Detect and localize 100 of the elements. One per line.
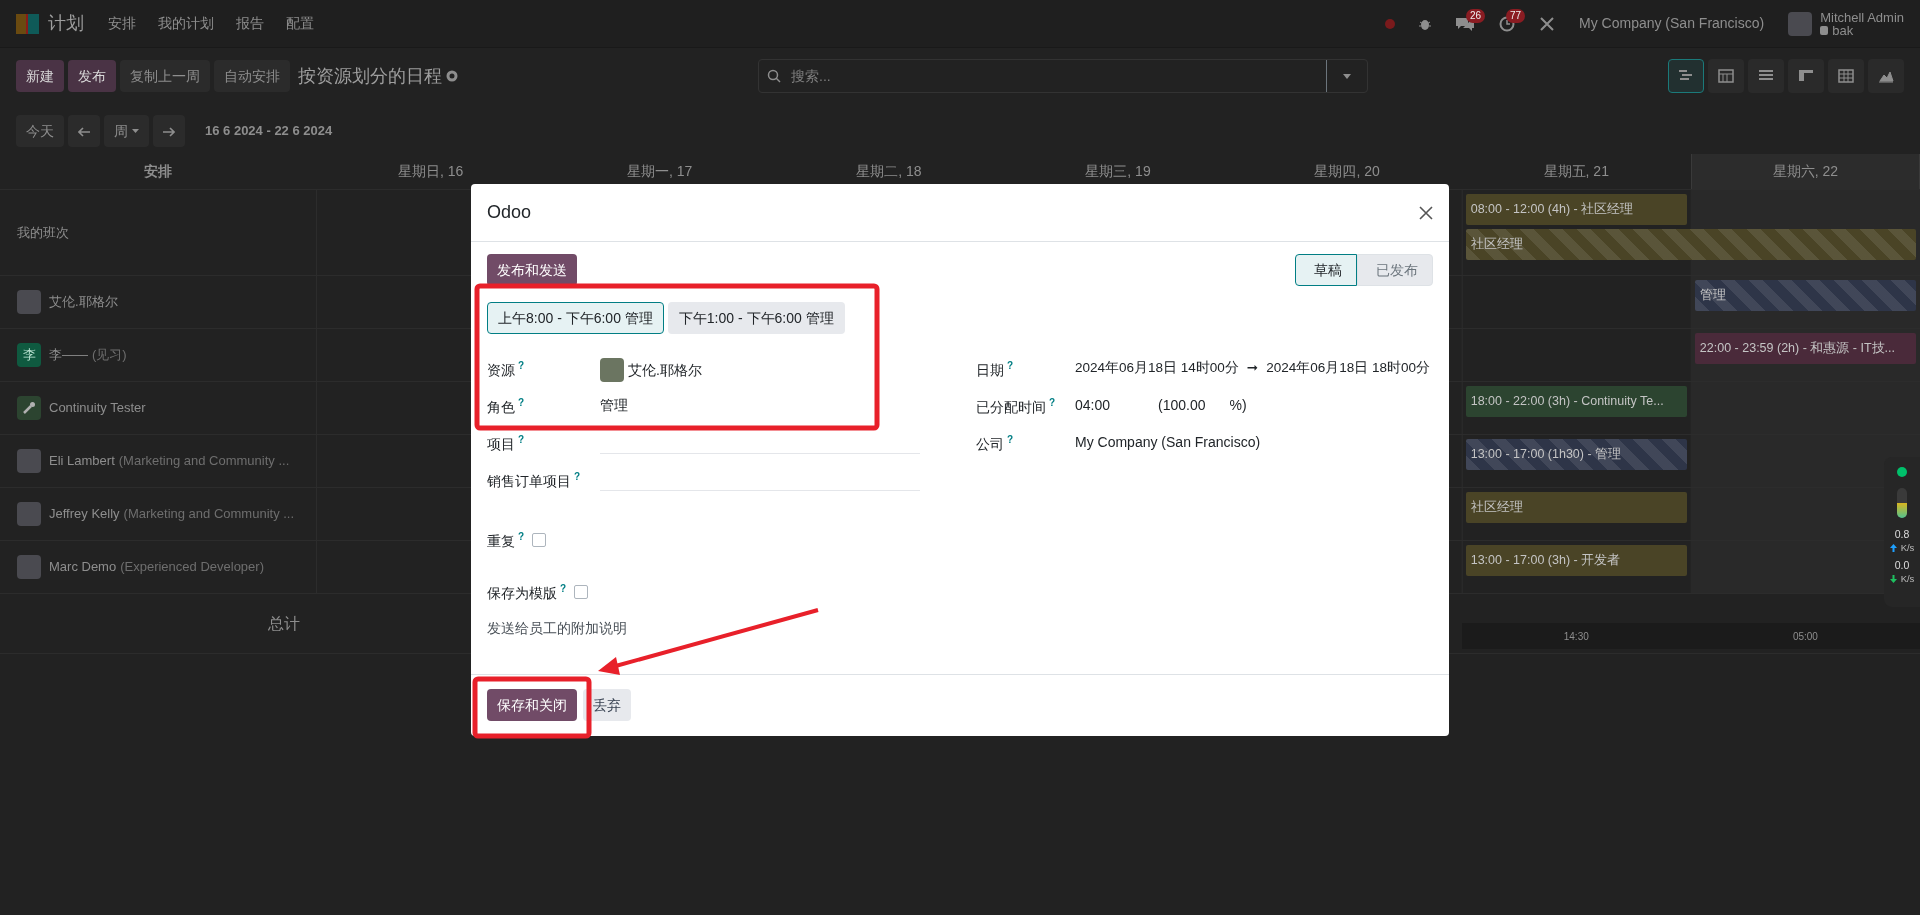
start-date-value[interactable]: 2024年06月18日 14时00分	[1075, 358, 1239, 379]
page-title: 按资源划分的日程	[298, 64, 442, 88]
shift-bar[interactable]: 18:00 - 22:00 (3h) - Continuity Te...	[1465, 386, 1687, 417]
resource-name: Eli Lambert	[49, 452, 115, 471]
avatar-photo-placeholder	[17, 502, 41, 526]
dialog-title: Odoo	[487, 201, 532, 224]
menu-item[interactable]: 安排	[108, 13, 136, 34]
field-value[interactable]: 艾伦.耶格尔	[628, 359, 702, 381]
job-title: (Marketing and Community ...	[118, 452, 290, 471]
today-button[interactable]: 今天	[16, 115, 64, 147]
right-arrow-icon	[163, 127, 175, 138]
day-header: 星期二, 18	[855, 162, 923, 181]
field-value[interactable]: 管理	[600, 395, 628, 416]
view-switch-button[interactable]	[1668, 59, 1704, 93]
shift-bar[interactable]: 管理	[1694, 280, 1916, 311]
resource-name: Jeffrey Kelly	[49, 505, 120, 524]
menu-item[interactable]: 配置	[286, 13, 314, 34]
resource-name: Continuity Tester	[49, 399, 146, 418]
scale-dropdown[interactable]: 周	[104, 115, 149, 147]
help-mark[interactable]: ?	[518, 360, 525, 371]
help-mark[interactable]: ?	[1007, 434, 1014, 445]
user-name: Mitchell Admin	[1820, 10, 1904, 24]
help-mark[interactable]: ?	[574, 471, 581, 482]
status-dot-icon	[1897, 467, 1907, 477]
menu-item[interactable]: 报告	[236, 13, 264, 34]
toolbar-button[interactable]: 发布	[68, 60, 116, 92]
help-mark[interactable]: ?	[518, 531, 525, 542]
view-switch-button[interactable]	[1868, 59, 1904, 93]
resource-name: 李——	[49, 346, 88, 365]
job-title: (见习)	[92, 346, 127, 365]
shift-bar[interactable]: 13:00 - 17:00 (1h30) - 管理	[1465, 439, 1687, 470]
total-label: 总计	[268, 613, 300, 634]
total-value: 05:00	[1792, 629, 1818, 644]
help-mark[interactable]: ?	[1049, 397, 1056, 408]
search-input[interactable]: 搜索...	[789, 64, 1326, 88]
shift-bar[interactable]: 社区经理	[1465, 492, 1687, 523]
status-stage[interactable]: 已发布	[1357, 254, 1433, 286]
field-label: 重复	[487, 532, 515, 549]
view-switch-button[interactable]	[1788, 59, 1824, 93]
up-arrow-icon	[1889, 544, 1897, 552]
help-mark[interactable]: ?	[1007, 360, 1014, 371]
toolbar-button[interactable]: 自动安排	[214, 60, 290, 92]
avatar-photo-placeholder	[17, 449, 41, 473]
shift-bar[interactable]: 13:00 - 17:00 (3h) - 开发者	[1465, 545, 1687, 576]
table-icon	[1837, 67, 1855, 85]
help-mark[interactable]: ?	[518, 397, 525, 408]
search-field[interactable]: 搜索...	[758, 59, 1368, 93]
checkbox[interactable]	[574, 585, 589, 599]
shift-bar[interactable]: 22:00 - 23:59 (2h) - 和惠源 - IT技...	[1694, 333, 1916, 364]
total-value: 14:30	[1563, 629, 1589, 644]
checkbox[interactable]	[532, 533, 547, 547]
help-mark[interactable]: ?	[518, 434, 525, 445]
field-label: 公司	[976, 435, 1004, 452]
field-label: 销售订单项目	[487, 472, 571, 489]
publish-button[interactable]: 发布和发送	[487, 254, 577, 286]
caret-icon	[132, 129, 139, 133]
close-button[interactable]	[1419, 205, 1433, 220]
view-switch-button[interactable]	[1748, 59, 1784, 93]
avatar-initial: 李	[17, 343, 41, 367]
view-switch-button[interactable]	[1708, 59, 1744, 93]
shift-bar[interactable]: 08:00 - 12:00 (4h) - 社区经理	[1465, 194, 1687, 225]
end-date-value[interactable]: 2024年06月18日 18时00分	[1266, 358, 1431, 379]
down-arrow-icon	[1889, 575, 1897, 583]
recording-dot-icon	[1385, 18, 1395, 29]
job-title: (Marketing and Community ...	[123, 505, 295, 524]
search-icon	[767, 69, 781, 83]
day-header: 星期一, 17	[626, 162, 694, 181]
shift-bar[interactable]: 社区经理	[1465, 229, 1916, 260]
day-header: 星期四, 20	[1313, 162, 1381, 181]
field-label: 项目	[487, 435, 515, 452]
resource-name: 我的班次	[17, 223, 69, 242]
speed-unit: K/s	[1900, 574, 1915, 584]
app-logo-icon	[16, 12, 40, 35]
view-switch-button[interactable]	[1828, 59, 1864, 93]
database-name: bak	[1832, 23, 1854, 37]
close-icon	[1419, 205, 1433, 220]
save-button[interactable]: 保存和关闭	[487, 689, 577, 721]
app-name[interactable]: 计划	[48, 10, 84, 37]
template-button[interactable]: 下午1:00 - 下午6:00 管理	[667, 302, 845, 334]
status-stage[interactable]: 草稿	[1295, 254, 1357, 286]
field-value[interactable]: My Company (San Francisco)	[1075, 432, 1261, 453]
avatar-photo-placeholder	[17, 290, 41, 314]
percent-value[interactable]: (100.00	[1158, 395, 1206, 416]
toolbar-button[interactable]: 新建	[16, 60, 64, 92]
previous-button[interactable]	[68, 115, 100, 147]
caret-icon[interactable]	[1343, 73, 1351, 79]
percent-sign: %)	[1229, 396, 1247, 415]
avatar-photo-placeholder	[600, 358, 624, 382]
next-button[interactable]	[153, 115, 185, 147]
company-switcher[interactable]: My Company (San Francisco)	[1579, 13, 1765, 34]
date-range: 16 6 2024 - 22 6 2024	[205, 122, 333, 141]
speed-unit: K/s	[1900, 543, 1915, 553]
menu-item[interactable]: 我的计划	[158, 13, 214, 34]
hours-value[interactable]: 04:00	[1075, 395, 1111, 416]
upload-speed: 0.8	[1894, 529, 1910, 540]
day-header: 星期六, 22	[1690, 154, 1920, 189]
template-button[interactable]: 上午8:00 - 下午6:00 管理	[487, 302, 664, 334]
toolbar-button[interactable]: 复制上一周	[120, 60, 210, 92]
field-label: 保存为模版	[487, 584, 557, 601]
help-mark[interactable]: ?	[560, 583, 567, 594]
